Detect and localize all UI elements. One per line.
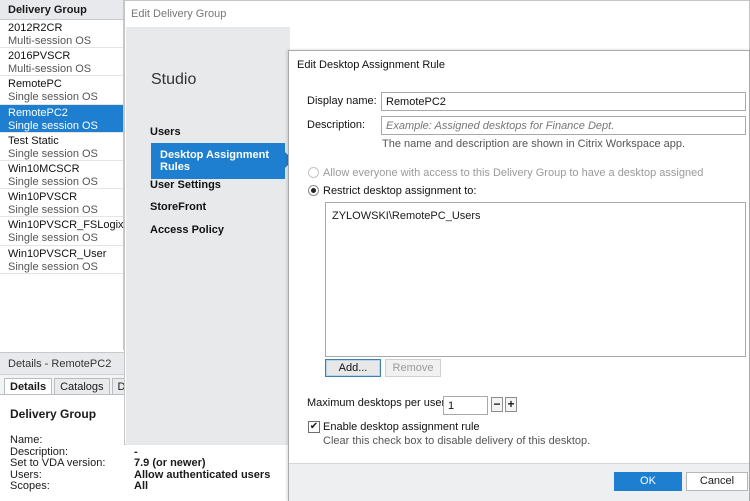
enable-rule-hint: Clear this check box to disable delivery…	[323, 435, 591, 447]
list-item[interactable]: Win10PVSCR_FSLogix Single session OS	[0, 217, 124, 246]
nav-desktop-assignment-rules-label: Desktop Assignment Rules	[160, 149, 270, 173]
list-item[interactable]: 2016PVSCR Multi-session OS	[0, 48, 123, 77]
detail-value: All	[134, 480, 149, 492]
delivery-group-name: RemotePC	[8, 78, 62, 91]
detail-key: Set to VDA version:	[10, 457, 106, 469]
list-item[interactable]: 2012R2CR Multi-session OS	[0, 20, 123, 49]
delivery-group-type: Single session OS	[8, 119, 98, 132]
list-item[interactable]: Win10PVSCR Single session OS	[0, 189, 123, 218]
tab-details[interactable]: Details	[4, 378, 53, 394]
delivery-group-name: Win10PVSCR_User	[8, 247, 107, 260]
nav-users[interactable]: Users	[150, 126, 290, 138]
list-item[interactable]: ZYLOWSKI\RemotePC_Users	[326, 203, 745, 222]
nav-access-policy[interactable]: Access Policy	[150, 224, 290, 236]
list-item[interactable]: RemotePC2 Single session OS	[0, 104, 123, 133]
delivery-group-type: Single session OS	[8, 204, 98, 217]
delivery-group-type: Multi-session OS	[8, 35, 92, 47]
description-field[interactable]: Example: Assigned desktops for Finance D…	[381, 116, 746, 135]
detail-row: Scopes: All	[0, 480, 300, 493]
radio-allow-everyone-label: Allow everyone with access to this Deliv…	[323, 167, 704, 179]
radio-restrict-assignment[interactable]	[308, 185, 319, 196]
list-item[interactable]: Test Static Single session OS	[0, 133, 123, 161]
radio-allow-everyone[interactable]	[308, 167, 319, 178]
nav-user-settings[interactable]: User Settings	[150, 179, 290, 191]
max-desktops-label: Maximum desktops per user:	[307, 397, 449, 409]
description-hint: The name and description are shown in Ci…	[382, 138, 686, 150]
delivery-group-name: Win10MCSCR	[8, 162, 80, 175]
delivery-group-name: 2012R2CR	[8, 22, 63, 34]
edit-delivery-group-title: Edit Delivery Group	[131, 8, 227, 20]
remove-button[interactable]: Remove	[385, 359, 441, 377]
add-button[interactable]: Add...	[325, 359, 381, 377]
enable-rule-label: Enable desktop assignment rule	[323, 421, 480, 433]
detail-key: Scopes:	[10, 480, 50, 492]
increment-button[interactable]: +	[505, 397, 517, 412]
display-name-field[interactable]: RemotePC2	[381, 92, 746, 111]
description-label: Description:	[307, 119, 366, 131]
delivery-group-type: Single session OS	[8, 260, 98, 273]
delivery-group-type: Single session OS	[8, 175, 98, 188]
nav-desktop-assignment-rules[interactable]: Desktop Assignment Rules	[151, 143, 293, 179]
delivery-group-type: Multi-session OS	[8, 63, 92, 76]
ok-button[interactable]: OK	[614, 472, 682, 491]
edit-desktop-assignment-rule-dialog: Edit Desktop Assignment Rule Display nam…	[288, 50, 750, 501]
enable-rule-checkbox[interactable]: ✔	[308, 421, 320, 433]
detail-row: Set to VDA version: 7.9 (or newer)	[0, 457, 300, 470]
wizard-sidebar: Studio Users Desktop Assignment Rules Us…	[126, 27, 293, 445]
display-name-label: Display name:	[307, 95, 377, 107]
dialog-title: Edit Desktop Assignment Rule	[297, 59, 445, 71]
delivery-group-type: Single session OS	[8, 232, 98, 245]
delivery-group-list: Delivery Group 2012R2CR Multi-session OS 2…	[0, 0, 124, 350]
cancel-button[interactable]: Cancel	[686, 472, 748, 491]
delivery-group-type: Single session OS	[8, 147, 98, 160]
detail-key: Name:	[10, 434, 43, 446]
delivery-group-type: Single session OS	[8, 91, 98, 104]
delivery-group-name: 2016PVSCR	[8, 50, 71, 63]
delivery-group-name: Win10PVSCR	[8, 191, 78, 204]
nav-storefront[interactable]: StoreFront	[150, 201, 290, 213]
delivery-group-name: Win10PVSCR_FSLogix	[8, 219, 124, 232]
list-item[interactable]: Win10PVSCR_User Single session OS	[0, 246, 123, 274]
assigned-users-list[interactable]: ZYLOWSKI\RemotePC_Users	[325, 202, 746, 357]
list-item[interactable]: RemotePC Single session OS	[0, 76, 123, 105]
tab-catalogs[interactable]: Catalogs	[54, 378, 110, 394]
radio-restrict-assignment-label: Restrict desktop assignment to:	[323, 185, 477, 197]
delivery-group-header[interactable]: Delivery Group	[0, 0, 123, 20]
max-desktops-field[interactable]: 1	[443, 396, 488, 415]
delivery-group-name: Test Static	[8, 134, 59, 147]
delivery-group-name: RemotePC2	[8, 106, 68, 119]
list-item[interactable]: Win10MCSCR Single session OS	[0, 161, 123, 190]
decrement-button[interactable]: −	[491, 397, 503, 412]
detail-value: 7.9 (or newer)	[134, 457, 206, 469]
detail-value: Allow authenticated users	[134, 468, 271, 481]
studio-heading: Studio	[151, 71, 197, 88]
